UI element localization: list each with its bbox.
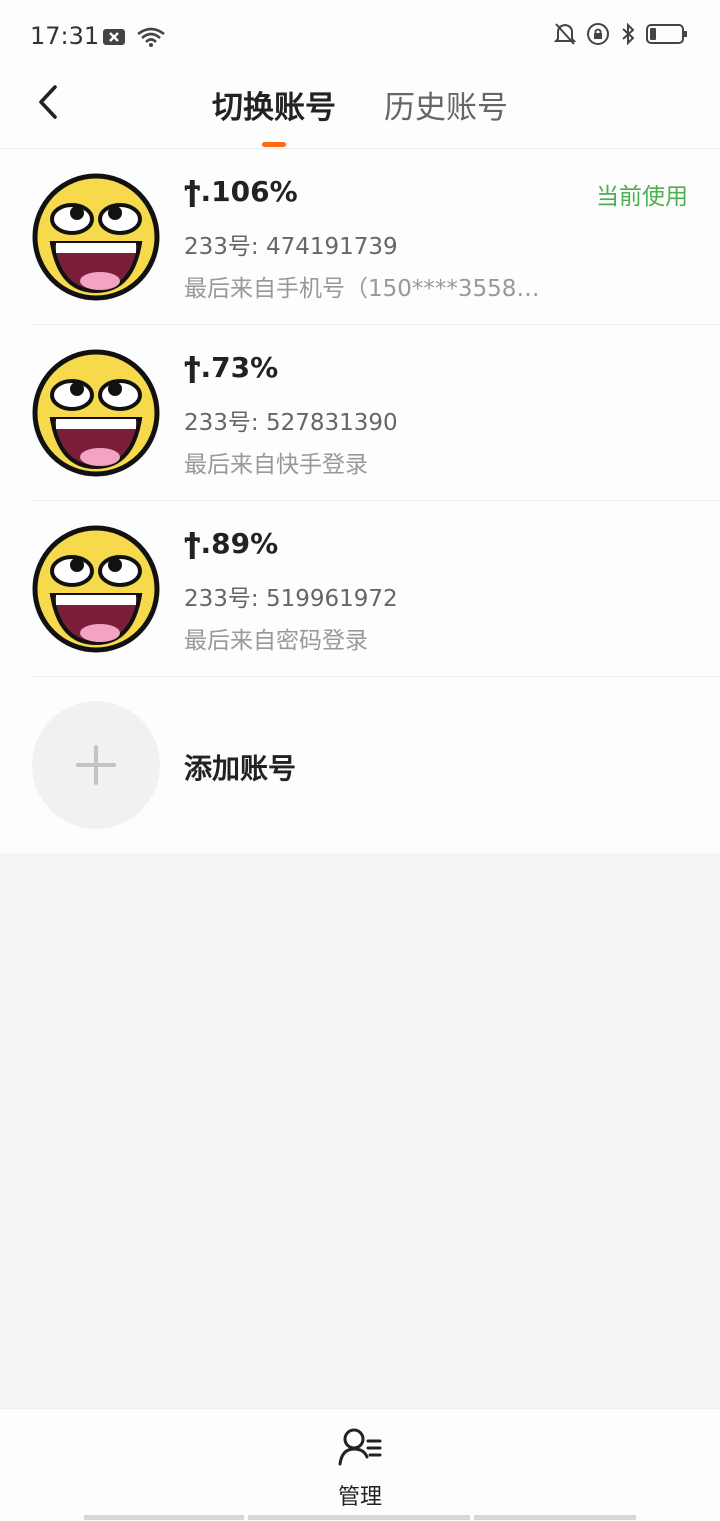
nav-gesture-bar	[248, 1515, 470, 1520]
account-name: ϯ.89%	[184, 527, 279, 560]
nav-gesture-bar	[474, 1515, 636, 1520]
account-id: 233号: 474191739	[184, 234, 398, 260]
account-login-source: 最后来自手机号（150****3558）…	[184, 276, 554, 302]
active-tab-indicator	[262, 142, 286, 147]
smiley-avatar-icon	[32, 173, 160, 301]
account-name: ϯ.106%	[184, 175, 298, 208]
add-account-button[interactable]: 添加账号	[0, 677, 720, 853]
smiley-avatar-icon	[32, 349, 160, 477]
battery-icon	[646, 23, 688, 49]
chevron-left-icon	[39, 85, 57, 119]
tab-switch-account[interactable]: 切换账号	[212, 82, 336, 127]
add-account-circle	[32, 701, 160, 829]
mute-bell-icon	[553, 22, 577, 50]
rotation-lock-icon	[586, 22, 610, 50]
top-navigation: 切换账号 历史账号	[0, 72, 720, 149]
bottom-bar: 管理	[0, 1408, 720, 1521]
smiley-avatar-icon	[32, 525, 160, 653]
account-item[interactable]: ϯ.89% 233号: 519961972 最后来自密码登录	[0, 501, 720, 677]
status-bar: 17:31	[0, 0, 720, 72]
manage-button[interactable]: 管理	[320, 1427, 400, 1515]
account-list: ϯ.106% 233号: 474191739 最后来自手机号（150****35…	[0, 149, 720, 853]
current-account-badge: 当前使用	[596, 184, 688, 210]
account-name: ϯ.73%	[184, 351, 279, 384]
notification-x-icon	[102, 27, 126, 51]
bluetooth-icon	[620, 22, 636, 50]
back-button[interactable]	[26, 80, 70, 124]
manage-label: 管理	[337, 1485, 382, 1510]
account-login-source: 最后来自快手登录	[184, 452, 368, 478]
user-manage-icon	[338, 1428, 382, 1466]
status-time: 17:31	[30, 22, 100, 50]
plus-icon	[76, 745, 116, 785]
account-id: 233号: 519961972	[184, 586, 398, 612]
wifi-icon	[136, 26, 166, 52]
account-item[interactable]: ϯ.106% 233号: 474191739 最后来自手机号（150****35…	[0, 149, 720, 325]
account-item[interactable]: ϯ.73% 233号: 527831390 最后来自快手登录	[0, 325, 720, 501]
nav-gesture-bar	[84, 1515, 244, 1520]
add-account-label: 添加账号	[184, 752, 297, 785]
account-login-source: 最后来自密码登录	[184, 628, 368, 654]
tab-history-account[interactable]: 历史账号	[384, 82, 508, 127]
account-id: 233号: 527831390	[184, 410, 398, 436]
